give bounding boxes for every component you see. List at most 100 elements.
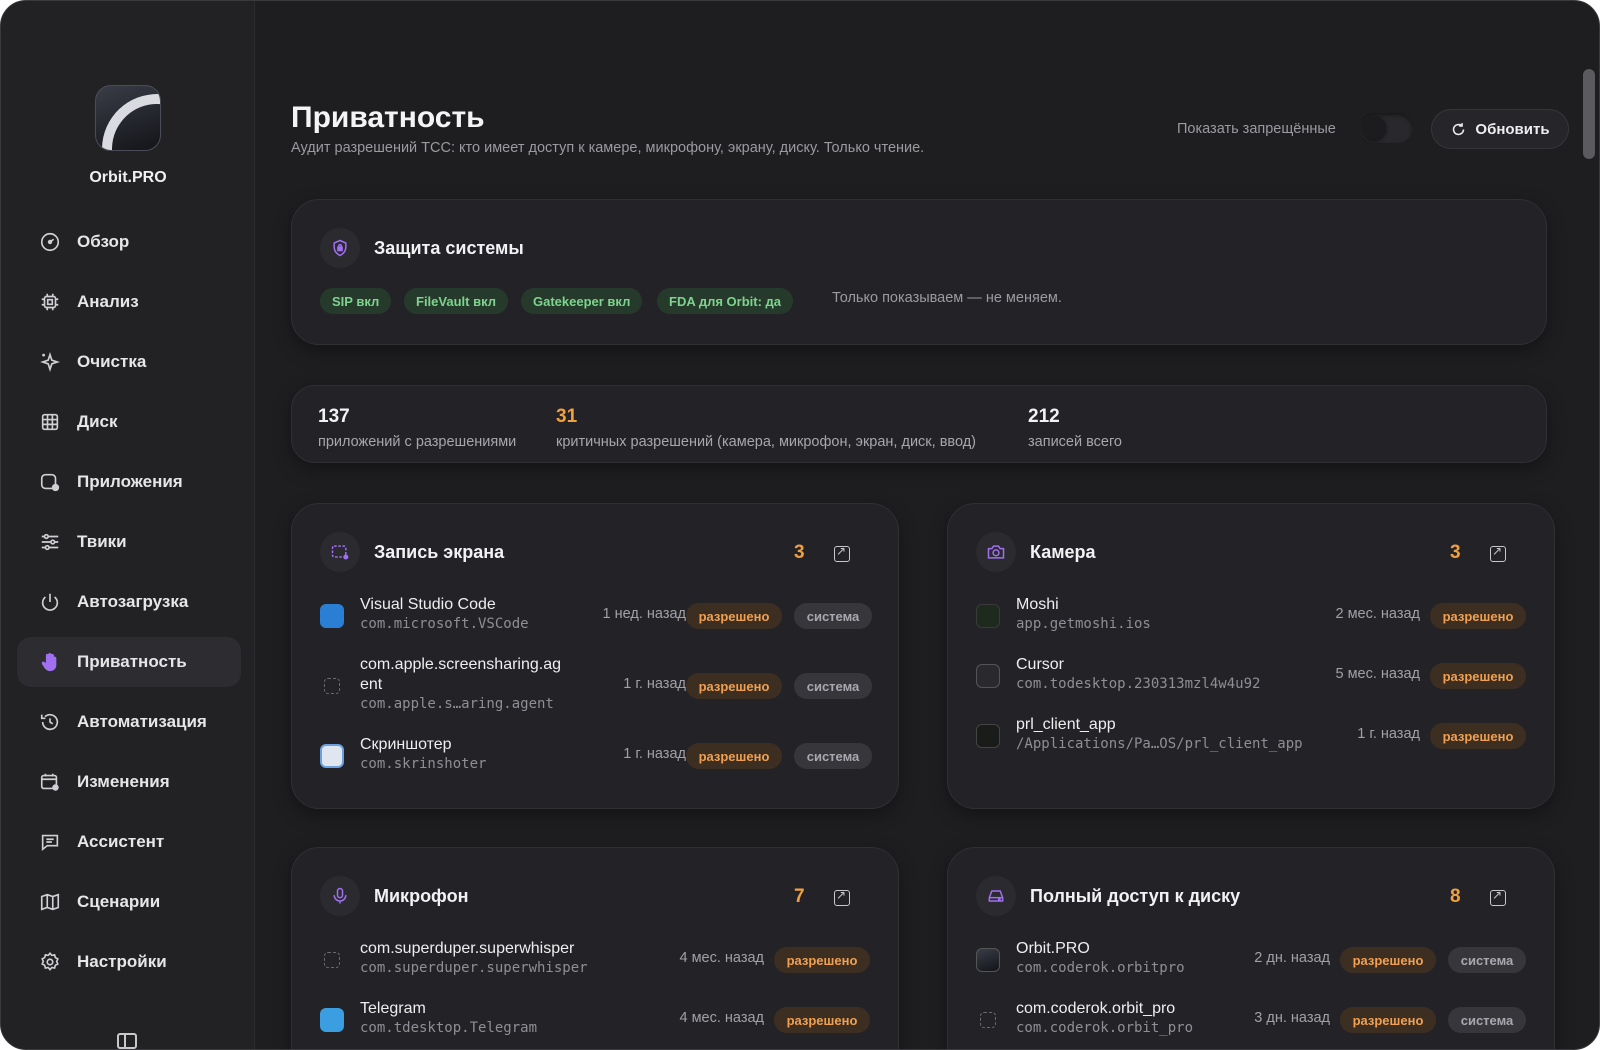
system-badge: система: [1448, 1007, 1526, 1033]
app-name: Visual Studio Code: [360, 596, 496, 613]
app-name: Moshi: [1016, 596, 1059, 613]
sidebar-item-automation[interactable]: Автоматизация: [17, 697, 241, 747]
sidebar-item-overview[interactable]: Обзор: [17, 217, 241, 267]
screenshot-app-icon: [320, 744, 344, 768]
list-item[interactable]: Telegram com.tdesktop.Telegram 4 мес. на…: [320, 1000, 870, 1040]
app-name: Orbit.PRO: [89, 169, 167, 186]
sidebar-item-cleanup[interactable]: Очистка: [17, 337, 241, 387]
microphone-icon: [320, 876, 360, 916]
sidebar-toggle-icon[interactable]: [117, 1033, 137, 1049]
open-external-icon[interactable]: [1490, 544, 1506, 562]
list-item[interactable]: Moshi app.getmoshi.ios 2 мес. назад разр…: [976, 596, 1526, 636]
history-icon: [40, 713, 59, 731]
system-badge: система: [794, 673, 872, 699]
stat-value: 212: [1028, 406, 1060, 427]
open-external-icon[interactable]: [834, 888, 850, 906]
status-badge: разрешено: [1430, 723, 1526, 749]
timestamp: 4 мес. назад: [679, 950, 764, 966]
system-badge: система: [794, 743, 872, 769]
list-item[interactable]: com.superduper.superwhisper com.superdup…: [320, 940, 870, 980]
sidebar-item-scenarios[interactable]: Сценарии: [17, 877, 241, 927]
open-external-icon[interactable]: [834, 544, 850, 562]
placeholder-icon: [980, 1012, 996, 1028]
timestamp: 1 нед. назад: [602, 606, 686, 622]
list-item[interactable]: com.coderok.orbit_pro com.coderok.orbit_…: [976, 1000, 1526, 1040]
sidebar-item-analysis[interactable]: Анализ: [17, 277, 241, 327]
permission-count: 8: [1450, 886, 1461, 907]
sidebar-item-label: Твики: [77, 532, 127, 551]
status-badge: разрешено: [686, 673, 782, 699]
status-badge: разрешено: [774, 1007, 870, 1033]
app-logo: [95, 85, 161, 151]
bundle-id: com.apple.s…aring.agent: [360, 696, 554, 712]
status-badge-sip: SIP вкл: [320, 288, 392, 314]
sidebar-item-assistant[interactable]: Ассистент: [17, 817, 241, 867]
timestamp: 1 г. назад: [1357, 726, 1420, 742]
list-item[interactable]: Скриншотер com.skrinshoter 1 г. назад ра…: [320, 736, 872, 776]
status-badge: разрешено: [1340, 1007, 1436, 1033]
sidebar-item-label: Обзор: [77, 232, 130, 251]
list-item[interactable]: com.apple.screensharing.ag ent com.apple…: [320, 656, 872, 716]
stat-total: 212 записей всего: [1028, 406, 1122, 450]
camera-icon: [976, 532, 1016, 572]
list-item[interactable]: prl_client_app /Applications/Pa…OS/prl_c…: [976, 716, 1526, 756]
hand-icon: [41, 653, 57, 672]
stat-apps: 137 приложений с разрешениями: [318, 406, 516, 450]
sidebar-item-label: Очистка: [77, 352, 147, 371]
sidebar-item-privacy[interactable]: Приватность: [17, 637, 241, 687]
calendar-icon: [40, 773, 59, 791]
bundle-id: com.tdesktop.Telegram: [360, 1020, 538, 1036]
bundle-id: /Applications/Pa…OS/prl_client_app: [1016, 736, 1303, 752]
refresh-button[interactable]: Обновить: [1431, 109, 1569, 149]
permission-count: 3: [794, 542, 805, 563]
sidebar-item-settings[interactable]: Настройки: [17, 937, 241, 987]
bundle-id: com.coderok.orbit_pro: [1016, 1020, 1194, 1036]
show-denied-toggle[interactable]: [1359, 113, 1413, 143]
cpu-icon: [41, 293, 59, 311]
scrollbar[interactable]: [1583, 69, 1595, 159]
sidebar-item-tweaks[interactable]: Твики: [17, 517, 241, 567]
status-badge-gatekeeper: Gatekeeper вкл: [521, 288, 643, 314]
show-denied-label: Показать запрещённые: [1177, 121, 1336, 137]
open-external-icon[interactable]: [1490, 888, 1506, 906]
card-title: Полный доступ к диску: [1030, 886, 1241, 906]
sidebar-item-changes[interactable]: Изменения: [17, 757, 241, 807]
camera-card: Камера 3 Moshi app.getmoshi.ios 2 мес. н…: [947, 503, 1555, 809]
app-window: Orbit.PRO Обзор Анализ Очистка Диск Прил…: [0, 0, 1600, 1050]
list-item[interactable]: Visual Studio Code com.microsoft.VSCode …: [320, 596, 872, 636]
gauge-icon: [40, 232, 60, 252]
stat-label: критичных разрешений (камера, микрофон, …: [556, 434, 976, 450]
sidebar-item-label: Автозагрузка: [77, 592, 189, 611]
refresh-label: Обновить: [1475, 120, 1550, 138]
full-disk-access-card: Полный доступ к диску 8 Orbit.PRO com.co…: [947, 847, 1555, 1049]
sidebar-item-label: Настройки: [77, 952, 167, 971]
placeholder-icon: [324, 678, 340, 694]
bundle-id: com.microsoft.VSCode: [360, 616, 529, 632]
map-icon: [40, 893, 60, 911]
sidebar-item-apps[interactable]: Приложения: [17, 457, 241, 507]
list-item[interactable]: Orbit.PRO com.coderok.orbitpro 2 дн. наз…: [976, 940, 1526, 980]
bundle-id: com.coderok.orbitpro: [1016, 960, 1185, 976]
sidebar-item-label: Анализ: [77, 292, 139, 311]
permission-count: 3: [1450, 542, 1461, 563]
app-name: com.apple.screensharing.ag: [360, 656, 562, 673]
moshi-icon: [976, 604, 1000, 628]
sidebar: Orbit.PRO Обзор Анализ Очистка Диск Прил…: [1, 1, 255, 1049]
placeholder-icon: [324, 952, 340, 968]
page-subtitle: Аудит разрешений TCC: кто имеет доступ к…: [291, 140, 925, 156]
bundle-id: com.todesktop.230313mzl4w4u92: [1016, 676, 1261, 692]
status-badge-filevault: FileVault вкл: [404, 288, 508, 314]
refresh-icon: [1453, 122, 1465, 135]
card-title: Камера: [1030, 542, 1096, 562]
system-protection-card: Защита системы SIP вкл FileVault вкл Gat…: [291, 199, 1547, 345]
sidebar-item-label: Диск: [77, 412, 118, 431]
screen-record-icon: [320, 532, 360, 572]
vscode-icon: [320, 604, 344, 628]
sidebar-item-autostart[interactable]: Автозагрузка: [17, 577, 241, 627]
sidebar-item-disk[interactable]: Диск: [17, 397, 241, 447]
list-item[interactable]: Cursor com.todesktop.230313mzl4w4u92 5 м…: [976, 656, 1526, 696]
chat-icon: [41, 834, 59, 852]
system-badge: система: [1448, 947, 1526, 973]
microphone-card: Микрофон 7 com.superduper.superwhisper c…: [291, 847, 899, 1049]
sidebar-nav: Обзор Анализ Очистка Диск Приложения Тви…: [17, 217, 241, 997]
